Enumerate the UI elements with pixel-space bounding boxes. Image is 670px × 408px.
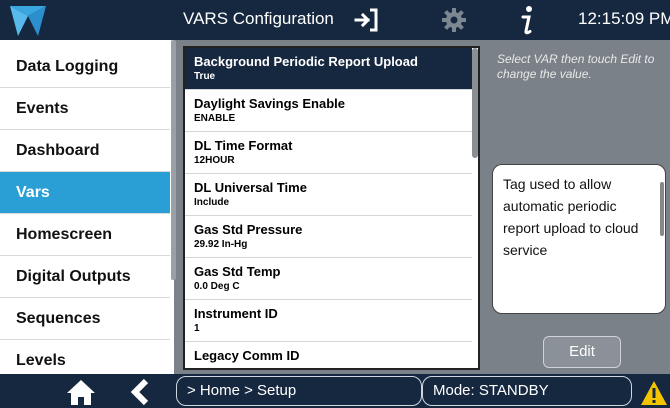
description-scrollbar[interactable] (660, 182, 664, 236)
var-value: True (194, 71, 216, 82)
sidebar-item-label: Dashboard (16, 142, 100, 159)
sidebar-item-label: Digital Outputs (16, 268, 131, 285)
vars-list: Background Periodic Report Upload True D… (183, 46, 480, 370)
var-name: Gas Std Temp (194, 264, 281, 279)
sidebar-item-homescreen[interactable]: Homescreen (0, 214, 170, 256)
header-bar: VARS Configuration 12:15:09 PM (0, 0, 670, 40)
edit-button[interactable]: Edit (543, 336, 621, 368)
sidebar-item-dashboard[interactable]: Dashboard (0, 130, 170, 172)
var-row-instrument-id[interactable]: Instrument ID 1 (185, 300, 472, 342)
warning-icon[interactable] (640, 380, 668, 406)
var-value: ENABLE (194, 113, 236, 124)
info-icon[interactable] (517, 3, 537, 37)
sidebar-item-digital-outputs[interactable]: Digital Outputs (0, 256, 170, 298)
teledyne-logo-icon (10, 6, 46, 36)
var-row-gas-std-pressure[interactable]: Gas Std Pressure 29.92 In-Hg (185, 216, 472, 258)
var-name: Instrument ID (194, 306, 278, 321)
var-value: Include (194, 197, 230, 208)
sidebar-nav: Data Logging Events Dashboard Vars Homes… (0, 40, 174, 374)
exit-icon[interactable] (353, 7, 379, 33)
var-name: Daylight Savings Enable (194, 96, 345, 111)
mode-status: Mode: STANDBY (422, 376, 632, 406)
var-name: DL Universal Time (194, 180, 307, 195)
var-row-dl-universal-time[interactable]: DL Universal Time Include (185, 174, 472, 216)
sidebar-item-label: Events (16, 100, 69, 117)
home-icon[interactable] (66, 378, 96, 406)
var-row-dl-time-format[interactable]: DL Time Format 12HOUR (185, 132, 472, 174)
var-row-legacy-comm-id[interactable]: Legacy Comm ID (185, 342, 472, 368)
sidebar-scrollbar[interactable] (171, 40, 176, 280)
sidebar-item-label: Sequences (16, 310, 101, 327)
var-name: Gas Std Pressure (194, 222, 303, 237)
description-box: Tag used to allow automatic periodic rep… (492, 164, 666, 314)
var-row-background-periodic-report-upload[interactable]: Background Periodic Report Upload True (185, 48, 472, 90)
sidebar-item-label: Data Logging (16, 58, 119, 75)
clock-time: 12:15:09 PM (578, 9, 670, 28)
breadcrumb[interactable]: > Home > Setup (176, 376, 422, 406)
sidebar-item-label: Homescreen (16, 226, 113, 243)
back-icon[interactable] (128, 378, 152, 406)
sidebar-item-sequences[interactable]: Sequences (0, 298, 170, 340)
sidebar-item-levels[interactable]: Levels (0, 340, 170, 374)
sidebar-item-vars[interactable]: Vars (0, 172, 170, 214)
var-name: Background Periodic Report Upload (194, 54, 418, 69)
var-name: Legacy Comm ID (194, 348, 300, 363)
var-row-gas-std-temp[interactable]: Gas Std Temp 0.0 Deg C (185, 258, 472, 300)
gear-icon[interactable] (441, 7, 467, 33)
var-value: 0.0 Deg C (194, 281, 240, 292)
instruction-hint: Select VAR then touch Edit to change the… (497, 52, 655, 81)
var-value: 12HOUR (194, 155, 235, 166)
footer-bar: > Home > Setup Mode: STANDBY (0, 374, 670, 408)
var-value: 29.92 In-Hg (194, 239, 248, 250)
var-value: 1 (194, 323, 200, 334)
sidebar-item-data-logging[interactable]: Data Logging (0, 46, 170, 88)
sidebar-item-label: Levels (16, 352, 66, 369)
description-text: Tag used to allow automatic periodic rep… (503, 176, 639, 258)
var-name: DL Time Format (194, 138, 293, 153)
list-scrollbar[interactable] (472, 48, 478, 158)
var-row-daylight-savings-enable[interactable]: Daylight Savings Enable ENABLE (185, 90, 472, 132)
sidebar-item-events[interactable]: Events (0, 88, 170, 130)
page-title: VARS Configuration (183, 9, 334, 28)
sidebar-item-label: Vars (16, 184, 50, 201)
